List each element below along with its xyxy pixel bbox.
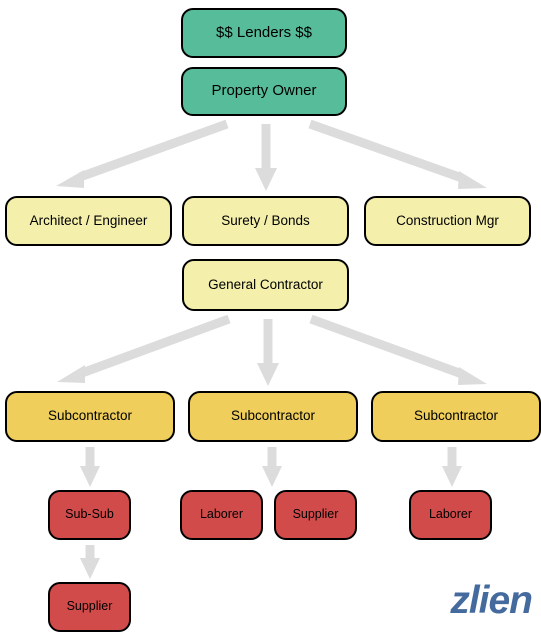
node-architect-engineer-label: Architect / Engineer [29, 212, 148, 228]
construction-hierarchy-diagram: $$ Lenders $$ Property Owner Architect /… [0, 0, 541, 636]
edge-subcontractor-3-to-laborer-2 [442, 447, 462, 487]
node-general-contractor-label: General Contractor [208, 276, 323, 292]
edge-sub-sub-to-supplier-2 [80, 545, 100, 579]
node-construction-mgr[interactable]: Construction Mgr [364, 196, 531, 246]
zlien-logo: zlien [432, 579, 533, 623]
node-architect-engineer[interactable]: Architect / Engineer [5, 196, 172, 246]
node-supplier-2[interactable]: Supplier [48, 582, 131, 632]
node-subcontractor-3-label: Subcontractor [413, 408, 499, 424]
edge-owner-to-surety [255, 124, 277, 191]
edge-gc-to-subcontractor-1 [57, 314, 231, 383]
node-laborer-2-label: Laborer [428, 507, 473, 522]
node-subcontractor-1-label: Subcontractor [47, 408, 133, 424]
edge-owner-to-construction-mgr [308, 119, 487, 189]
edge-subcontractor-1-to-sub-sub [80, 447, 100, 487]
node-subcontractor-2-label: Subcontractor [230, 408, 316, 424]
node-laborer-1[interactable]: Laborer [180, 490, 263, 540]
node-surety-bonds[interactable]: Surety / Bonds [182, 196, 349, 246]
edge-gc-to-subcontractor-2 [257, 319, 279, 386]
node-supplier-2-label: Supplier [66, 599, 113, 614]
edge-owner-to-architect [56, 119, 229, 188]
node-construction-mgr-label: Construction Mgr [396, 212, 499, 228]
node-subcontractor-2[interactable]: Subcontractor [188, 391, 358, 442]
node-supplier-1-label: Supplier [292, 507, 339, 522]
zlien-logo-text: zlien [450, 579, 533, 622]
node-subcontractor-1[interactable]: Subcontractor [5, 391, 175, 442]
edge-subcontractor-2-to-laborer-1 [262, 447, 282, 487]
node-general-contractor[interactable]: General Contractor [182, 259, 349, 311]
node-sub-sub[interactable]: Sub-Sub [48, 490, 131, 540]
node-property-owner[interactable]: Property Owner [181, 67, 347, 116]
node-sub-sub-label: Sub-Sub [65, 507, 114, 522]
node-laborer-2[interactable]: Laborer [409, 490, 492, 540]
node-supplier-1[interactable]: Supplier [274, 490, 357, 540]
node-lenders-label: $$ Lenders $$ [216, 23, 312, 41]
node-surety-bonds-label: Surety / Bonds [221, 212, 310, 228]
node-property-owner-label: Property Owner [211, 82, 317, 100]
node-subcontractor-3[interactable]: Subcontractor [371, 391, 541, 442]
node-laborer-1-label: Laborer [199, 507, 244, 522]
node-lenders[interactable]: $$ Lenders $$ [181, 8, 347, 58]
edge-gc-to-subcontractor-3 [309, 314, 487, 385]
